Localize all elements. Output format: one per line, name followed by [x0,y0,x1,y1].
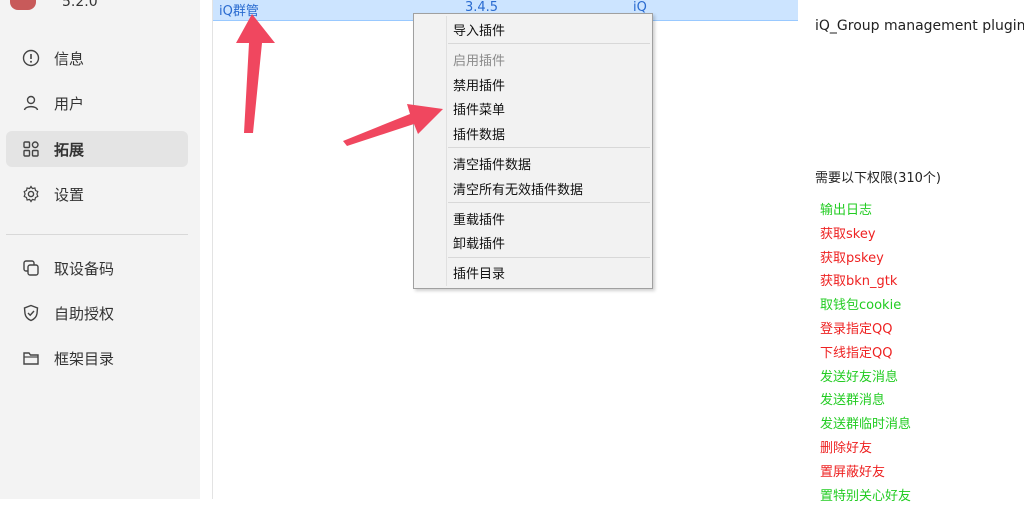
sidebar-item-info[interactable]: 信息 [6,40,188,76]
folder-icon [21,348,41,368]
copy-icon [21,258,41,278]
sidebar-item-label: 自助授权 [54,304,115,323]
permission-item: 置特别关心好友 [820,488,912,504]
permission-item: 取钱包cookie [820,298,902,314]
info-icon [21,48,41,68]
sidebar-item-label: 拓展 [54,140,85,159]
permissions-title: 需要以下权限(310个) [815,171,941,186]
app-version: 5.2.0 [62,0,98,10]
menu-separator [448,147,650,148]
menu-separator [448,257,650,258]
menu-item-plugin-menu[interactable]: 插件菜单 [453,99,505,118]
shield-icon [21,303,41,323]
plugin-detail-panel: iQ_Group management plugin c 需要以下权限(310个… [798,0,1024,504]
permission-item: 下线指定QQ [820,345,893,361]
menu-separator [448,43,650,44]
menu-gutter [446,16,447,286]
permission-item: 获取skey [820,226,876,242]
permission-item: 获取bkn_gtk [820,274,898,290]
menu-item-enable-plugin[interactable]: 启用插件 [453,50,505,69]
sidebar: 5.2.0 信息 用户 拓展 设置 取设备码 自助授权 框架目录 [0,0,200,499]
sidebar-item-label: 取设备码 [54,259,115,278]
menu-item-clear-invalid-data[interactable]: 清空所有无效插件数据 [453,179,583,198]
context-menu: 导入插件 启用插件 禁用插件 插件菜单 插件数据 清空插件数据 清空所有无效插件… [413,13,653,289]
menu-item-reload-plugin[interactable]: 重载插件 [453,209,505,228]
sidebar-item-extensions[interactable]: 拓展 [6,131,188,167]
sidebar-item-settings[interactable]: 设置 [6,176,188,212]
sidebar-item-label: 框架目录 [54,349,115,368]
permission-item: 发送群临时消息 [820,417,912,433]
gear-icon [21,184,41,204]
permission-item: 输出日志 [820,203,873,218]
sidebar-item-self-auth[interactable]: 自助授权 [6,295,188,331]
sidebar-item-device-code[interactable]: 取设备码 [6,250,188,286]
apps-icon [21,139,41,159]
menu-item-disable-plugin[interactable]: 禁用插件 [453,75,505,94]
permissions-list: 输出日志 获取skey 获取pskey 获取bkn_gtk 取钱包cookie … [820,202,911,511]
permission-item: 删除好友 [820,440,873,456]
sidebar-divider [6,234,188,235]
permission-item: 发送群消息 [820,393,886,409]
permission-item: 发送好友消息 [820,369,899,385]
menu-item-plugin-data[interactable]: 插件数据 [453,124,505,143]
plugin-name: iQ群管 [219,4,259,19]
permission-item: 获取pskey [820,250,884,266]
sidebar-item-label: 设置 [54,185,85,204]
permission-item: 置屏蔽好友 [820,464,886,480]
permission-item: 登录指定QQ [820,321,893,337]
sidebar-item-label: 用户 [54,94,85,113]
user-icon [21,93,41,113]
sidebar-item-framework-dir[interactable]: 框架目录 [6,340,188,376]
app-logo [10,0,36,10]
menu-item-plugin-directory[interactable]: 插件目录 [453,263,505,282]
plugin-description: iQ_Group management plugin c [815,18,1024,34]
sidebar-item-label: 信息 [54,49,85,68]
menu-item-clear-plugin-data[interactable]: 清空插件数据 [453,154,531,173]
menu-item-uninstall-plugin[interactable]: 卸载插件 [453,233,505,252]
menu-item-import-plugin[interactable]: 导入插件 [453,20,505,39]
sidebar-item-user[interactable]: 用户 [6,85,188,121]
menu-separator [448,202,650,203]
